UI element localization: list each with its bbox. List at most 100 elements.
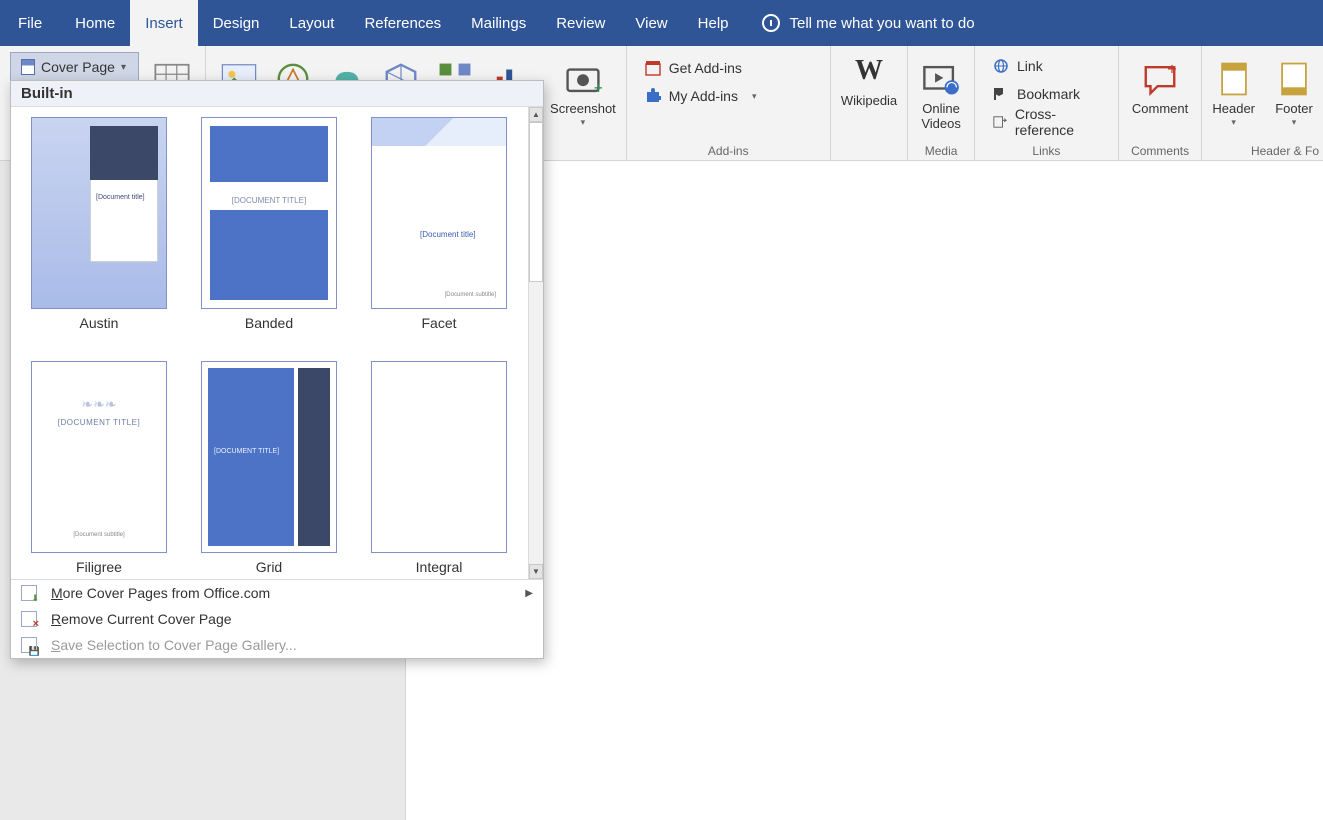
scroll-thumb[interactable] [529, 122, 543, 282]
austin-thumbnail: [Document title] [31, 117, 167, 309]
more-cover-pages-label: ore Cover Pages from Office.com [63, 585, 270, 601]
gallery-footer: More Cover Pages from Office.com ▶ Remov… [11, 579, 543, 658]
tab-help[interactable]: Help [683, 0, 744, 46]
thumb-title-text: [Document title] [420, 230, 476, 239]
chevron-down-icon: ▾ [581, 117, 586, 128]
gallery-item-label: Grid [256, 559, 282, 575]
wikipedia-button[interactable]: W Wikipedia [831, 46, 908, 160]
integral-thumbnail [371, 361, 507, 553]
header-button[interactable]: Header ▾ [1202, 46, 1265, 146]
gallery-thumbnails: [Document title] Austin [DOCUMENT TITLE]… [11, 107, 528, 579]
svg-text:+: + [594, 78, 602, 97]
footer-button[interactable]: Footer ▾ [1265, 46, 1323, 146]
gallery-section-header: Built-in [11, 81, 543, 107]
tab-file[interactable]: File [0, 0, 60, 46]
screenshot-label: Screenshot [550, 102, 616, 117]
tab-view[interactable]: View [620, 0, 682, 46]
thumb-title-text: [DOCUMENT TITLE] [202, 196, 336, 205]
facet-thumbnail: [Document title] [Document subtitle] [371, 117, 507, 309]
remove-cover-page-label: emove Current Cover Page [61, 611, 231, 627]
more-cover-pages-item[interactable]: More Cover Pages from Office.com ▶ [11, 580, 543, 606]
banded-thumbnail: [DOCUMENT TITLE] [201, 117, 337, 309]
svg-text:+: + [1167, 60, 1177, 78]
tell-me-search[interactable]: Tell me what you want to do [762, 0, 975, 46]
wikipedia-label: Wikipedia [841, 94, 897, 109]
ornament-icon: ❧❧❧ [32, 396, 166, 413]
tab-review[interactable]: Review [541, 0, 620, 46]
screenshot-button[interactable]: + Screenshot ▾ [540, 46, 626, 160]
store-icon [645, 60, 661, 76]
get-addins-button[interactable]: Get Add-ins [637, 54, 765, 82]
gallery-item-label: Facet [421, 315, 456, 331]
group-label-addins: Add-ins [627, 144, 830, 158]
chevron-down-icon: ▾ [1292, 117, 1297, 128]
gallery-item-label: Filigree [76, 559, 122, 575]
header-label: Header [1212, 102, 1255, 117]
comment-button[interactable]: + Comment [1122, 46, 1198, 135]
remove-cover-page-item[interactable]: Remove Current Cover Page [11, 606, 543, 632]
chevron-down-icon: ▾ [752, 91, 757, 102]
filigree-thumbnail: ❧❧❧ [DOCUMENT TITLE] [Document subtitle] [31, 361, 167, 553]
gallery-item-label: Integral [416, 559, 463, 575]
tab-mailings[interactable]: Mailings [456, 0, 541, 46]
chevron-down-icon: ▾ [121, 62, 126, 73]
submenu-arrow-icon: ▶ [525, 588, 533, 599]
link-icon [993, 58, 1009, 74]
link-label: Link [1017, 58, 1043, 74]
cross-reference-button[interactable]: Cross-reference [985, 108, 1110, 136]
download-icon [21, 585, 37, 601]
tab-layout[interactable]: Layout [274, 0, 349, 46]
cross-reference-label: Cross-reference [1015, 106, 1102, 138]
cover-page-gallery: Built-in [Document title] Austin [DOCUME… [10, 80, 544, 659]
gallery-item-grid[interactable]: [DOCUMENT TITLE] Grid [199, 361, 339, 575]
save-icon [21, 637, 37, 653]
gallery-scrollbar[interactable]: ▲ ▼ [528, 107, 543, 579]
cover-page-icon [21, 59, 35, 75]
scroll-up-button[interactable]: ▲ [529, 107, 543, 122]
lightbulb-icon [762, 14, 780, 32]
get-addins-label: Get Add-ins [669, 60, 742, 76]
thumb-title-text: [DOCUMENT TITLE] [32, 418, 166, 427]
gallery-item-label: Banded [245, 315, 293, 331]
gallery-item-austin[interactable]: [Document title] Austin [29, 117, 169, 331]
thumb-title-text: [Document title] [96, 194, 152, 201]
group-label-comments: Comments [1119, 144, 1202, 158]
tell-me-label: Tell me what you want to do [790, 15, 975, 32]
online-videos-button[interactable]: Online Videos [911, 46, 971, 136]
screenshot-icon: + [564, 60, 602, 98]
comment-icon: + [1141, 60, 1179, 98]
comment-label: Comment [1132, 102, 1188, 117]
tab-design[interactable]: Design [198, 0, 275, 46]
tab-home[interactable]: Home [60, 0, 130, 46]
online-video-icon [922, 60, 960, 98]
group-label-links: Links [975, 144, 1118, 158]
my-addins-button[interactable]: My Add-ins ▾ [637, 82, 765, 110]
gallery-item-filigree[interactable]: ❧❧❧ [DOCUMENT TITLE] [Document subtitle]… [29, 361, 169, 575]
bookmark-icon [993, 86, 1009, 102]
tab-insert[interactable]: Insert [130, 0, 198, 46]
gallery-item-facet[interactable]: [Document title] [Document subtitle] Fac… [369, 117, 509, 331]
chevron-down-icon: ▾ [1231, 117, 1236, 128]
tab-references[interactable]: References [349, 0, 456, 46]
scroll-down-button[interactable]: ▼ [529, 564, 543, 579]
bookmark-button[interactable]: Bookmark [985, 80, 1110, 108]
online-videos-label: Online Videos [921, 102, 961, 132]
footer-label: Footer [1275, 102, 1313, 117]
save-to-gallery-label: ave Selection to Cover Page Gallery... [60, 637, 296, 653]
gallery-item-label: Austin [80, 315, 119, 331]
gallery-item-banded[interactable]: [DOCUMENT TITLE] Banded [199, 117, 339, 331]
ribbon-tab-bar: File Home Insert Design Layout Reference… [0, 0, 1323, 46]
grid-thumbnail: [DOCUMENT TITLE] [201, 361, 337, 553]
my-addins-label: My Add-ins [669, 88, 738, 104]
cover-page-button[interactable]: Cover Page ▾ [10, 52, 139, 82]
thumb-subtitle-text: [Document subtitle] [445, 292, 496, 298]
bookmark-label: Bookmark [1017, 86, 1080, 102]
remove-icon [21, 611, 37, 627]
gallery-item-integral[interactable]: Integral [369, 361, 509, 575]
link-button[interactable]: Link [985, 52, 1110, 80]
cover-page-label: Cover Page [41, 59, 115, 75]
thumb-subtitle-text: [Document subtitle] [32, 532, 166, 538]
cross-reference-icon [993, 114, 1007, 130]
footer-icon [1275, 60, 1313, 98]
wikipedia-icon: W [855, 52, 883, 90]
